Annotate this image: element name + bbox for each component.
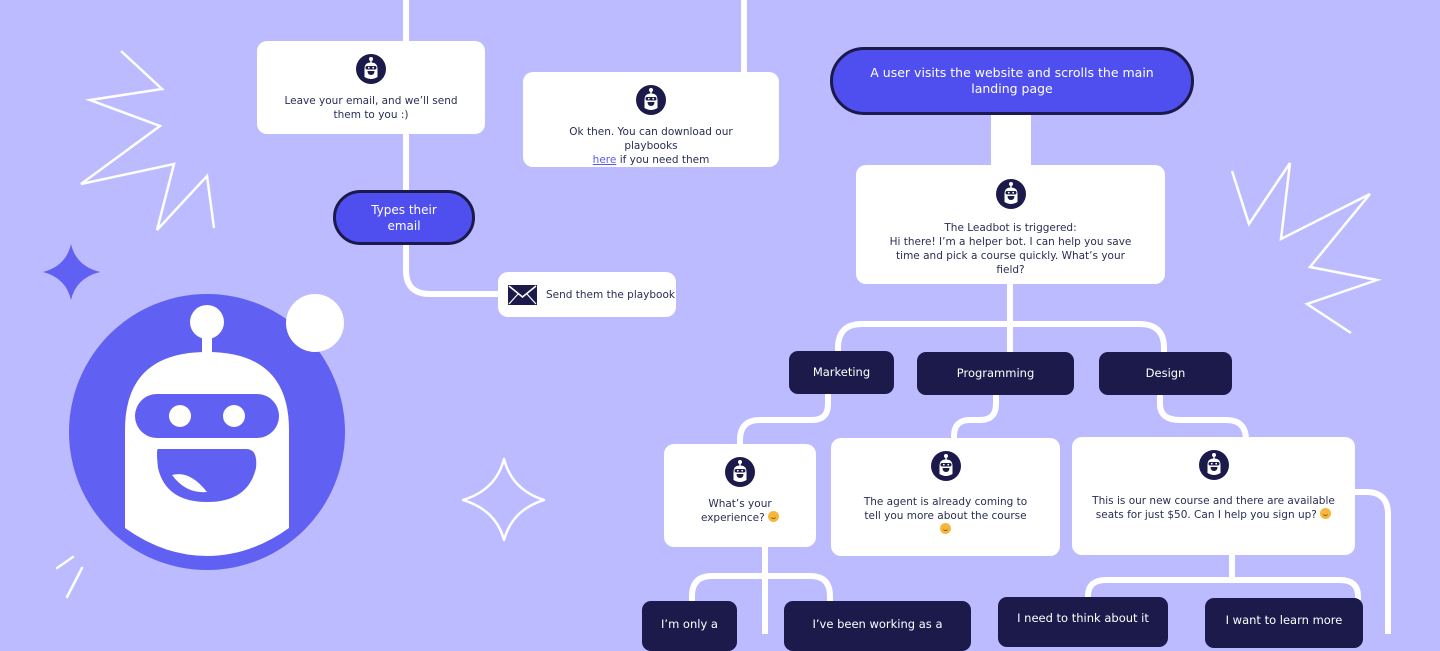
programming-response-card: The agent is already coming to tell you … bbox=[831, 438, 1060, 556]
option-think-about-it-label: I need to think about it bbox=[1017, 611, 1149, 625]
option-experience-beginner-label: I’m only a bbox=[661, 617, 718, 631]
connector-programming-to-card bbox=[951, 392, 999, 440]
option-marketing[interactable]: Marketing bbox=[789, 351, 894, 394]
robot-mascot-illustration bbox=[69, 294, 345, 570]
zigzag-right-decoration bbox=[1230, 162, 1382, 335]
dash-decoration bbox=[55, 555, 75, 570]
connector-start-to-leadbot bbox=[991, 114, 1031, 166]
robot-icon bbox=[931, 451, 961, 481]
connector-design-to-card bbox=[1157, 392, 1249, 441]
robot-icon bbox=[636, 85, 666, 115]
option-experience-working-label: I’ve been working as a bbox=[812, 617, 943, 631]
email-request-text: Leave your email, and we’ll send them to… bbox=[284, 95, 458, 121]
option-experience-beginner[interactable]: I’m only a bbox=[642, 601, 737, 651]
playbook-card: Ok then. You can download our playbooks … bbox=[523, 72, 779, 167]
option-design-label: Design bbox=[1145, 366, 1186, 380]
robot-icon bbox=[356, 54, 386, 84]
types-email-text: Types their email bbox=[371, 202, 437, 233]
send-playbook-text: Send them the playbook bbox=[546, 288, 675, 301]
option-think-about-it[interactable]: I need to think about it bbox=[998, 597, 1168, 647]
playbook-text-after: if you need them bbox=[619, 154, 710, 166]
robot-icon bbox=[725, 457, 755, 487]
option-learn-more[interactable]: I want to learn more bbox=[1205, 598, 1363, 648]
option-programming[interactable]: Programming bbox=[917, 352, 1074, 395]
option-programming-label: Programming bbox=[956, 366, 1035, 380]
types-email-node[interactable]: Types their email bbox=[333, 190, 475, 245]
marketing-response-text: What’s your experience? bbox=[700, 498, 772, 524]
playbook-text-before: Ok then. You can download our playbooks bbox=[569, 126, 733, 152]
dash-decoration bbox=[65, 566, 84, 599]
leadbot-title: The Leadbot is triggered: bbox=[944, 222, 1077, 234]
programming-response-text: The agent is already coming to tell you … bbox=[863, 496, 1028, 522]
marketing-response-card: What’s your experience? bbox=[664, 444, 816, 547]
option-marketing-label: Marketing bbox=[812, 365, 871, 379]
robot-icon bbox=[1199, 450, 1229, 480]
zigzag-left-decoration bbox=[80, 50, 216, 231]
connector-types-to-send bbox=[403, 244, 500, 297]
connector-experience-branches bbox=[689, 573, 833, 602]
leadbot-message: Hi there! I’m a helper bot. I can help y… bbox=[889, 236, 1132, 276]
smile-emoji-icon bbox=[940, 523, 951, 534]
design-response-text: This is our new course and there are ava… bbox=[1092, 495, 1335, 521]
sparkle-filled-decoration bbox=[43, 244, 100, 300]
start-node-text: A user visits the website and scrolls th… bbox=[870, 65, 1154, 96]
connector-marketing-to-card bbox=[737, 392, 831, 446]
playbook-download-link[interactable]: here bbox=[593, 154, 617, 166]
option-learn-more-label: I want to learn more bbox=[1225, 613, 1343, 627]
envelope-icon bbox=[508, 284, 537, 305]
smile-emoji-icon bbox=[1320, 508, 1332, 519]
email-request-card: Leave your email, and we’ll send them to… bbox=[257, 41, 485, 134]
robot-icon bbox=[996, 179, 1026, 209]
option-design[interactable]: Design bbox=[1099, 352, 1232, 395]
leadbot-card: The Leadbot is triggered: Hi there! I’m … bbox=[856, 165, 1165, 284]
design-response-card: This is our new course and there are ava… bbox=[1072, 437, 1355, 555]
send-playbook-card: Send them the playbook bbox=[498, 272, 676, 317]
smile-emoji-icon bbox=[768, 511, 780, 522]
start-node[interactable]: A user visits the website and scrolls th… bbox=[830, 47, 1194, 115]
option-experience-working[interactable]: I’ve been working as a bbox=[784, 601, 971, 651]
sparkle-outline-decoration bbox=[461, 457, 546, 542]
